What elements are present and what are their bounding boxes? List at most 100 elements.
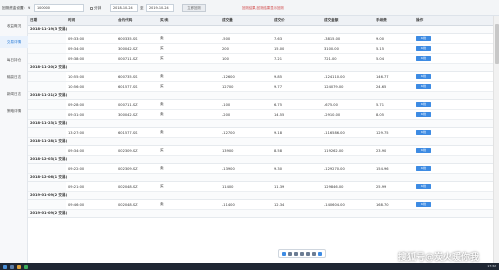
scrollbar-thumb[interactable] [495,24,499,64]
sidebar-item-positions[interactable]: 每日持仓 [0,54,28,66]
fee-cell: 146.77 [376,74,389,79]
action-cell: K线 [414,44,493,53]
sidebar-item-trades[interactable]: 交易详情 [0,36,28,48]
edit-icon[interactable] [300,251,304,256]
sidebar-item-overview[interactable]: 收益概况 [0,20,28,32]
end-date-input[interactable]: 2019-10-24 [146,4,174,12]
time-cell: 09:46:00 [68,202,85,207]
time-cell: 09:21:00 [68,184,85,189]
menu-icon[interactable] [318,251,322,256]
group-date: 2019-01-09(2 交易) [30,211,68,215]
date-group-row: 2019-01-09(2 交易) [28,210,493,218]
taskbar-clock: 17:32 [487,264,496,268]
volume-cell: 200 [222,46,229,51]
code-cell: 601577.SS [118,84,138,89]
price-cell: 7.63 [274,36,283,41]
amount-cell: -124110.00 [324,74,345,79]
kline-button[interactable]: K线 [416,84,431,89]
amount-cell: 119262.00 [324,148,344,153]
side-cell: 卖 [160,36,164,40]
date-group-row: 2018-12-06(1 交易) [28,174,493,182]
app-icon[interactable] [10,264,14,269]
side-cell: 卖 [160,102,164,106]
keyboard-icon[interactable] [312,251,316,256]
browser-icon[interactable] [24,264,28,269]
amount-cell: 129846.00 [324,184,344,189]
date-cell [28,182,66,191]
amount-cell: -129270.00 [324,166,345,171]
column-header: 成交金额 [324,18,339,22]
kline-button[interactable]: K线 [416,112,431,117]
table-row: 09:33:00 600335.SS 卖 -500 7.63 -3815.00 9.00 K线 [28,34,493,44]
date-cell [28,100,66,109]
kline-button[interactable]: K线 [416,46,431,51]
kline-button[interactable]: K线 [416,184,431,189]
fee-cell: 9.00 [376,36,385,41]
price-cell: 15.00 [274,46,285,51]
chat-icon[interactable] [282,251,286,256]
side-cell: 卖 [160,166,164,170]
smile-icon[interactable] [288,251,292,256]
trades-table: 日期 时间 合约代码 买/卖 成交量 成交价 成交金额 手续费 操作 2018-11-19(3 交… [28,16,493,263]
start-icon[interactable] [3,264,7,269]
volume-cell: 100 [222,56,229,61]
start-date-input[interactable]: 2018-10-24 [110,4,138,12]
side-cell: 卖 [160,130,164,134]
sidebar-item-news[interactable]: 新闻日志 [0,88,28,100]
action-cell: K线 [414,146,493,155]
side-cell: 买 [160,84,164,88]
taskbar: 17:32 [0,263,499,270]
code-cell: 600735.SS [118,74,138,79]
volume-cell: -12600 [222,74,235,79]
price-cell: 12.34 [274,202,285,207]
folder-icon[interactable] [17,264,21,269]
kline-button[interactable]: K线 [416,202,431,207]
group-date: 2018-11-28(1 交易) [30,139,68,143]
price-cell: 9.77 [274,84,283,89]
time-cell: 10:55:00 [68,74,85,79]
stock-selector[interactable]: 分钟 [90,4,101,12]
kline-button[interactable]: K线 [416,74,431,79]
group-date: 2018-12-06(1 交易) [30,175,68,179]
volume-cell: -12700 [222,130,235,135]
volume-cell: -11400 [222,202,235,207]
table-row: 10:55:00 600735.SS 卖 -12600 9.85 -124110.00 14… [28,72,493,82]
fee-cell: 5.71 [376,102,385,107]
code-cell: 600335.SS [118,36,138,41]
settings-icon[interactable] [294,251,298,256]
mic-icon[interactable] [306,251,310,256]
column-header: 合约代码 [118,18,133,22]
run-backtest-button[interactable]: 立即回测 [182,4,206,12]
sidebar-item-strategy[interactable]: 策略详情 [0,105,28,117]
currency-symbol: ¥ [28,6,31,10]
vertical-scrollbar[interactable] [493,16,499,263]
price-cell: 9.30 [274,166,283,171]
kline-button[interactable]: K线 [416,56,431,61]
date-group-row: 2019-01-09(2 交易) [28,192,493,200]
fee-cell: 24.65 [376,84,387,89]
initial-fund-input[interactable]: 100000 [34,4,84,12]
price-cell: 14.55 [274,112,285,117]
fee-cell: 8.05 [376,112,385,117]
stock-selector-label: 分钟 [94,6,102,10]
time-cell: 09:28:00 [68,102,85,107]
amount-cell: -3815.00 [324,36,341,41]
code-cell: 000711.SZ [118,102,138,107]
table-row: 09:46:00 002048.SZ 卖 -11400 12.34 -140604.00 1… [28,200,493,210]
kline-button[interactable]: K线 [416,130,431,135]
sidebar-item-winloss[interactable]: 输赢日志 [0,71,28,83]
action-cell: K线 [414,110,493,119]
kline-button[interactable]: K线 [416,36,431,41]
amount-cell: -140604.00 [324,202,345,207]
code-cell: 002309.SZ [118,166,138,171]
kline-button[interactable]: K线 [416,102,431,107]
date-group-row: 2018-12-03(1 交易) [28,156,493,164]
fee-cell: 168.70 [376,202,389,207]
sidebar: 收益概况 交易详情 每日持仓 输赢日志 新闻日志 策略详情 [0,16,28,270]
kline-button[interactable]: K线 [416,166,431,171]
checkbox-icon[interactable] [90,6,93,10]
price-cell: 7.21 [274,56,283,61]
fee-cell: 5.04 [376,56,385,61]
kline-button[interactable]: K线 [416,148,431,153]
date-cell [28,164,66,173]
